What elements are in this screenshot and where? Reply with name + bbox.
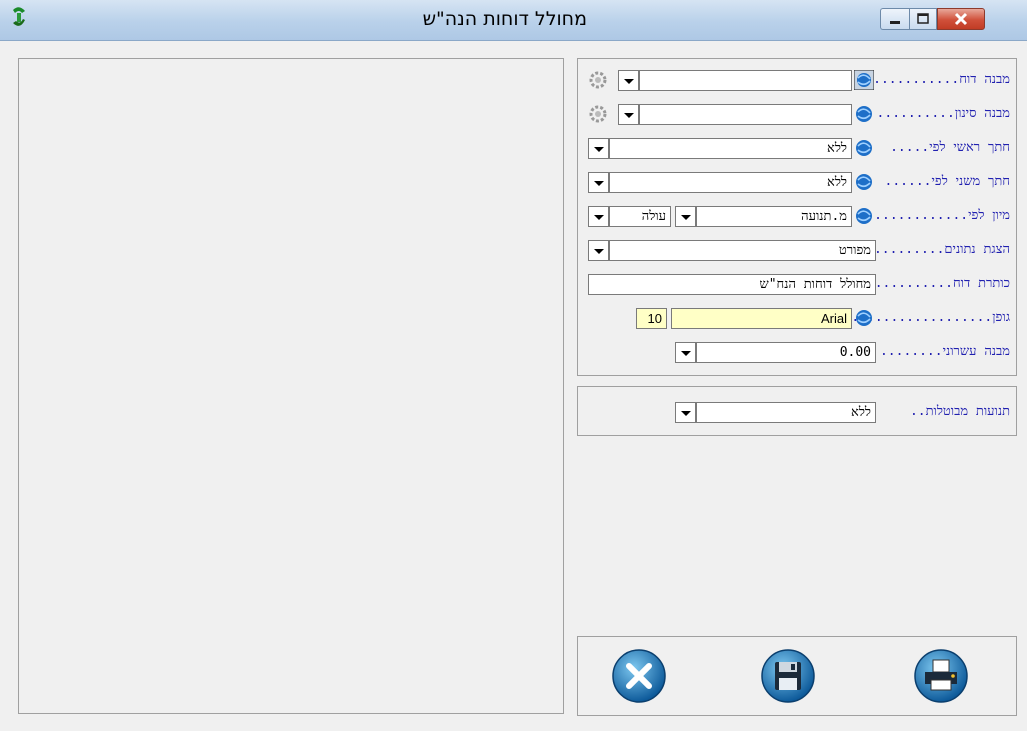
globe-icon[interactable] [854,172,874,192]
gear-icon[interactable] [588,70,608,90]
secondary-cut-dropdown[interactable] [588,172,609,193]
sort-order-field[interactable]: עולה [609,206,671,227]
globe-icon[interactable] [854,70,874,90]
report-structure-label: מבנה דוח............. [857,72,1010,87]
settings-group: מבנה דוח............. מבנה סינון........… [577,58,1017,376]
filter-structure-field[interactable] [639,104,852,125]
sort-field-dropdown[interactable] [675,206,696,227]
font-name-field[interactable]: Arial [671,308,852,329]
globe-icon[interactable] [854,308,874,328]
font-size-field[interactable]: 10 [636,308,667,329]
report-structure-dropdown[interactable] [618,70,639,91]
data-display-field[interactable]: מפורט [609,240,876,261]
title-bar: מחולל דוחות הנה"ש [0,0,1027,41]
exit-button[interactable] [611,648,667,704]
minimize-icon [890,21,900,24]
filter-structure-label: מבנה סינון.......... [876,106,1010,121]
main-cut-field[interactable]: ללא [609,138,852,159]
save-button[interactable] [760,648,816,704]
decimal-format-label: מבנה עשרוני........ [879,344,1010,359]
data-display-dropdown[interactable] [588,240,609,261]
gear-icon[interactable] [588,104,608,124]
main-cut-label: חתך ראשי לפי..... [890,140,1010,155]
cancelled-dropdown[interactable] [675,402,696,423]
minimize-button[interactable] [880,8,909,30]
report-structure-field[interactable] [639,70,852,91]
secondary-cut-label: חתך משני לפי...... [884,174,1010,189]
report-title-label: כותרת דוח............ [859,276,1010,291]
print-button[interactable] [913,648,969,704]
cancelled-group: תנועות מבוטלות.. ללא [577,386,1017,436]
secondary-cut-field[interactable]: ללא [609,172,852,193]
data-display-label: הצגת נתונים......... [873,242,1010,257]
close-icon [954,12,968,26]
maximize-button[interactable] [909,8,937,30]
decimal-format-field[interactable]: 0.00 [696,342,876,363]
decimal-format-dropdown[interactable] [675,342,696,363]
globe-icon[interactable] [854,138,874,158]
app-logo-icon [13,7,25,26]
restore-icon [917,13,929,24]
sort-field[interactable]: מ.תנועה [696,206,852,227]
preview-panel [18,58,564,714]
window-title: מחולל דוחות הנה"ש [422,8,587,30]
sort-label: מיון לפי.............. [858,208,1010,223]
cancelled-label: תנועות מבוטלות.. [909,404,1010,419]
filter-structure-dropdown[interactable] [618,104,639,125]
report-title-input[interactable]: מחולל דוחות הנח"ש [588,274,876,295]
globe-icon[interactable] [854,206,874,226]
main-cut-dropdown[interactable] [588,138,609,159]
cancelled-field[interactable]: ללא [696,402,876,423]
close-button[interactable] [937,8,985,30]
sort-order-dropdown[interactable] [588,206,609,227]
globe-icon[interactable] [854,104,874,124]
